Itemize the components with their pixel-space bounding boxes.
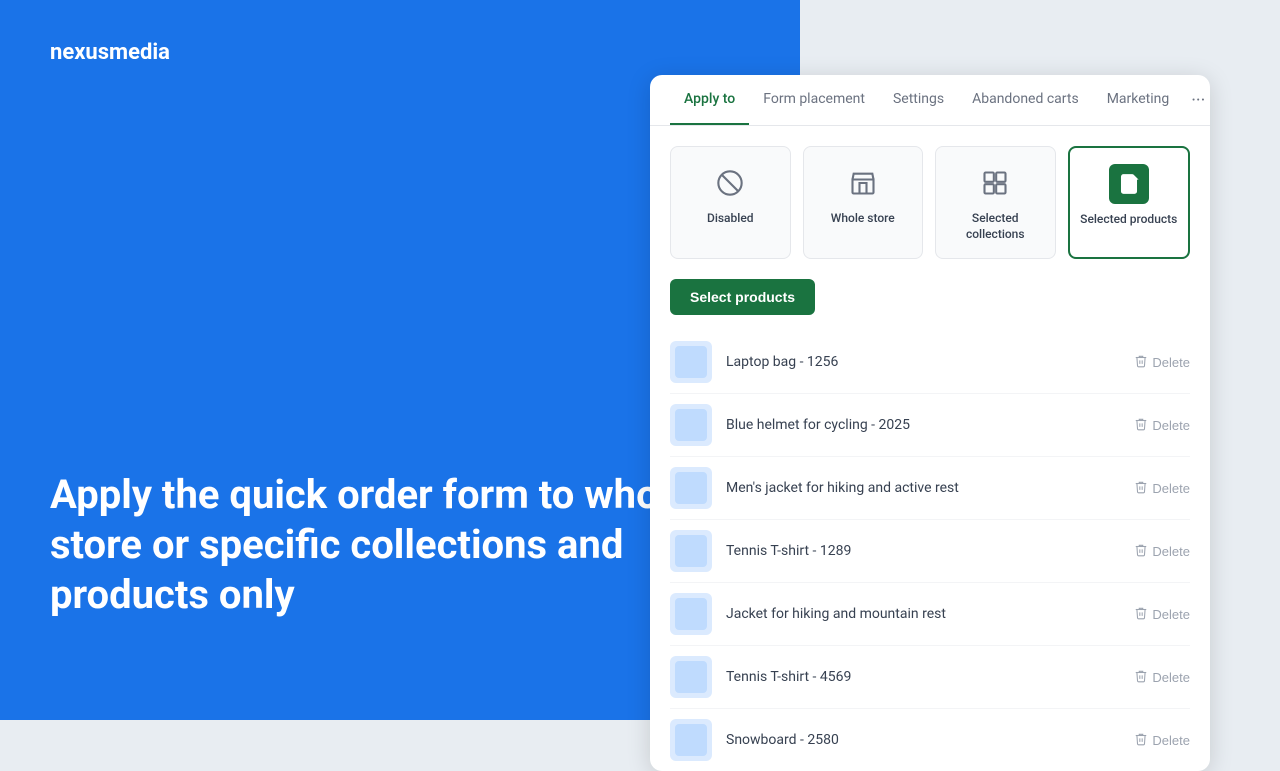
delete-label-3: Delete: [1152, 544, 1190, 559]
product-item: 🏂 Snowboard - 2580 Delete: [670, 709, 1190, 771]
logo: nexusmedia: [50, 40, 750, 65]
right-panel: Apply to Form placement Settings Abandon…: [800, 0, 1280, 720]
delete-label-1: Delete: [1152, 418, 1190, 433]
trash-icon-0: [1134, 354, 1148, 371]
product-item: 🪖 Blue helmet for cycling - 2025 Delete: [670, 394, 1190, 457]
product-item: 👕 Tennis T-shirt - 1289 Delete: [670, 520, 1190, 583]
trash-icon-5: [1134, 669, 1148, 686]
delete-button-1[interactable]: Delete: [1134, 417, 1190, 434]
selected-products-icon: [1109, 164, 1149, 204]
delete-label-2: Delete: [1152, 481, 1190, 496]
logo-media: media: [109, 40, 170, 65]
product-name-1: Blue helmet for cycling - 2025: [726, 417, 1134, 433]
delete-button-0[interactable]: Delete: [1134, 354, 1190, 371]
trash-icon-3: [1134, 543, 1148, 560]
tab-marketing[interactable]: Marketing: [1093, 75, 1184, 125]
trash-icon-1: [1134, 417, 1148, 434]
selected-products-label: Selected products: [1080, 212, 1177, 228]
product-item: 👕 Tennis T-shirt - 4569 Delete: [670, 646, 1190, 709]
delete-label-6: Delete: [1152, 733, 1190, 748]
delete-label-0: Delete: [1152, 355, 1190, 370]
delete-label-4: Delete: [1152, 607, 1190, 622]
delete-button-4[interactable]: Delete: [1134, 606, 1190, 623]
tab-abandoned-carts[interactable]: Abandoned carts: [958, 75, 1093, 125]
delete-button-5[interactable]: Delete: [1134, 669, 1190, 686]
option-selected-products[interactable]: Selected products: [1068, 146, 1191, 259]
delete-button-3[interactable]: Delete: [1134, 543, 1190, 560]
product-thumb-3: 👕: [670, 530, 712, 572]
logo-nexus: nexus: [50, 40, 109, 65]
selected-collections-icon: [975, 163, 1015, 203]
tabs-bar: Apply to Form placement Settings Abandon…: [650, 75, 1210, 126]
tab-settings[interactable]: Settings: [879, 75, 958, 125]
options-row: Disabled Whole store: [650, 126, 1210, 275]
main-card: Apply to Form placement Settings Abandon…: [650, 75, 1210, 771]
whole-store-label: Whole store: [831, 211, 895, 227]
whole-store-icon: [843, 163, 883, 203]
trash-icon-2: [1134, 480, 1148, 497]
option-whole-store[interactable]: Whole store: [803, 146, 924, 259]
selected-collections-label: Selected collections: [946, 211, 1045, 242]
product-thumb-5: 👕: [670, 656, 712, 698]
product-name-5: Tennis T-shirt - 4569: [726, 669, 1134, 685]
product-thumb-6: 🏂: [670, 719, 712, 761]
trash-icon-4: [1134, 606, 1148, 623]
product-item: 🧥 Jacket for hiking and mountain rest De…: [670, 583, 1190, 646]
option-selected-collections[interactable]: Selected collections: [935, 146, 1056, 259]
disabled-icon: [710, 163, 750, 203]
select-products-button[interactable]: Select products: [670, 279, 815, 315]
tabs-more-button[interactable]: ···: [1183, 82, 1213, 119]
delete-label-5: Delete: [1152, 670, 1190, 685]
tab-form-placement[interactable]: Form placement: [749, 75, 879, 125]
product-name-2: Men's jacket for hiking and active rest: [726, 480, 1134, 496]
option-disabled[interactable]: Disabled: [670, 146, 791, 259]
product-name-3: Tennis T-shirt - 1289: [726, 543, 1134, 559]
delete-button-6[interactable]: Delete: [1134, 732, 1190, 749]
product-item: 🧥 Men's jacket for hiking and active res…: [670, 457, 1190, 520]
trash-icon-6: [1134, 732, 1148, 749]
product-item: 🎒 Laptop bag - 1256 Delete: [670, 331, 1190, 394]
product-name-0: Laptop bag - 1256: [726, 354, 1134, 370]
product-thumb-1: 🪖: [670, 404, 712, 446]
disabled-label: Disabled: [707, 211, 754, 227]
delete-button-2[interactable]: Delete: [1134, 480, 1190, 497]
product-thumb-4: 🧥: [670, 593, 712, 635]
product-list: 🎒 Laptop bag - 1256 Delete: [650, 331, 1210, 771]
product-thumb-2: 🧥: [670, 467, 712, 509]
hero-text: Apply the quick order form to whole stor…: [50, 470, 750, 620]
product-name-6: Snowboard - 2580: [726, 732, 1134, 748]
product-thumb-0: 🎒: [670, 341, 712, 383]
product-name-4: Jacket for hiking and mountain rest: [726, 606, 1134, 622]
tab-apply-to[interactable]: Apply to: [670, 75, 749, 125]
